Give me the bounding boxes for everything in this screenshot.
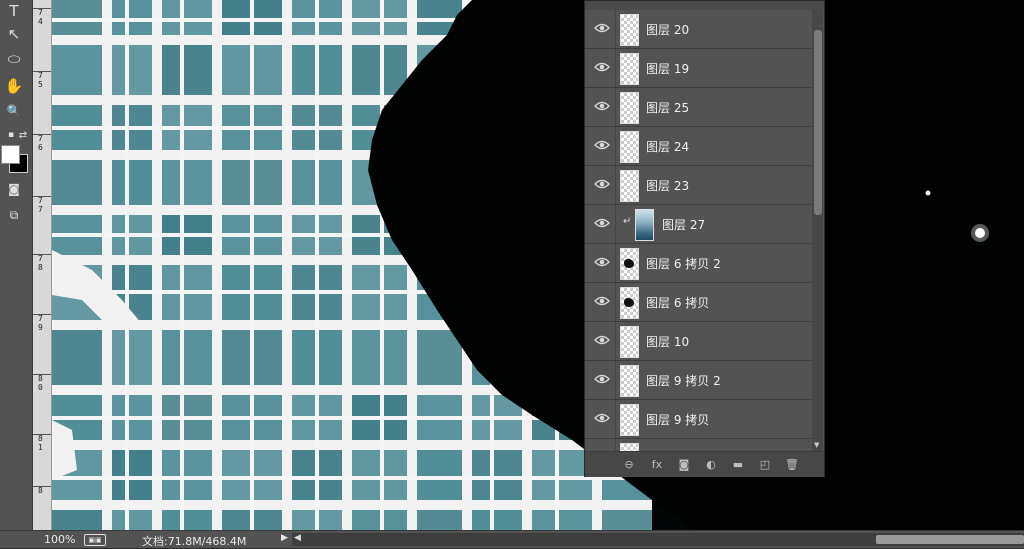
layer-list[interactable]: 图层 20 图层 19 图层 25 图层 24 图层 23 ↵ 图层 27 图层 6 拷贝 2…: [585, 10, 811, 451]
visibility-eye-icon[interactable]: [594, 371, 610, 387]
visibility-eye-icon[interactable]: [594, 254, 610, 270]
layer-name[interactable]: 图层 23: [646, 177, 689, 194]
zoom-tool-icon[interactable]: 🔍: [3, 100, 25, 122]
visibility-eye-icon[interactable]: [594, 332, 610, 348]
type-tool-icon[interactable]: T: [3, 0, 25, 22]
layer-name[interactable]: 图层 6 拷贝: [646, 294, 709, 311]
layer-row[interactable]: 图层 24: [585, 127, 811, 166]
layer-name[interactable]: 图层 20: [646, 21, 689, 38]
layer-thumbnail[interactable]: [620, 404, 639, 436]
ruler-tick: 7 6: [33, 134, 51, 164]
vertical-ruler: 7 4 7 5 7 6 7 7 7 8 7 9 8 0 8 1 8: [33, 0, 52, 530]
new-layer-icon[interactable]: ◰: [757, 456, 773, 472]
layer-name[interactable]: 图层 27: [662, 216, 705, 233]
layer-thumbnail[interactable]: [620, 53, 639, 85]
layer-row[interactable]: 图层 25: [585, 88, 811, 127]
layers-panel-footer: ⊖ fx ◙ ◐ ▬ ◰ 🗑: [585, 451, 824, 477]
ruler-tick: 8: [33, 486, 51, 516]
layer-row[interactable]: 图层 20: [585, 10, 811, 49]
visibility-eye-icon[interactable]: [594, 137, 610, 153]
layer-thumbnail[interactable]: [620, 131, 639, 163]
hand-tool-icon[interactable]: ✋: [3, 75, 25, 97]
visibility-eye-icon[interactable]: [594, 293, 610, 309]
fx-icon[interactable]: fx: [649, 456, 665, 472]
panel-header-strip: [585, 1, 824, 10]
ruler-tick: 7 9: [33, 314, 51, 344]
screen-mode-icon[interactable]: ⧉: [3, 204, 25, 226]
layer-name[interactable]: 图层 24: [646, 138, 689, 155]
scroll-down-icon[interactable]: ▼: [814, 441, 819, 449]
add-mask-icon[interactable]: ◙: [676, 456, 692, 472]
layer-name[interactable]: 图层 19: [646, 60, 689, 77]
clipping-mask-icon: ↵: [623, 216, 632, 227]
layers-scrollbar[interactable]: ▼: [812, 10, 823, 451]
foreground-color-swatch[interactable]: [1, 145, 20, 164]
layer-row[interactable]: ↵ 图层 27: [585, 205, 811, 244]
scroll-left-icon[interactable]: ◀: [294, 533, 301, 543]
status-menu-arrow-icon[interactable]: ▶: [281, 533, 288, 543]
swap-colors-icon[interactable]: ⇄: [12, 124, 34, 146]
layer-name[interactable]: 图层 6 拷贝 2: [646, 255, 721, 272]
layer-name[interactable]: 图层 25: [646, 99, 689, 116]
tools-panel: T ↖ ⬭ ✋ 🔍 ▪ ⇄ ◙ ⧉: [0, 0, 33, 530]
layer-row[interactable]: 图层 6 拷贝: [585, 283, 811, 322]
ruler-tick: 7 8: [33, 254, 51, 284]
new-group-icon[interactable]: ▬: [730, 456, 746, 472]
layer-thumbnail[interactable]: [620, 287, 639, 319]
adjustment-layer-icon[interactable]: ◐: [703, 456, 719, 472]
layer-row[interactable]: 图层 10: [585, 322, 811, 361]
layer-row[interactable]: [585, 439, 811, 451]
visibility-eye-icon[interactable]: [594, 215, 610, 231]
ruler-tick: 7 4: [33, 8, 51, 38]
link-layers-icon[interactable]: ⊖: [621, 456, 637, 472]
horizontal-scrollbar[interactable]: ◀: [292, 533, 1024, 546]
ruler-tick: 8 1: [33, 434, 51, 464]
ruler-tick: 7 5: [33, 71, 51, 101]
layer-thumbnail[interactable]: [620, 170, 639, 202]
layer-thumbnail[interactable]: [635, 209, 654, 241]
status-bar: 100% ▣▣ 文档:71.8M/468.4M ▶ ◀: [0, 530, 1024, 548]
layer-row[interactable]: 图层 6 拷贝 2: [585, 244, 811, 283]
quick-mask-icon[interactable]: ◙: [3, 178, 25, 200]
layer-name[interactable]: 图层 9 拷贝: [646, 411, 709, 428]
layers-scroll-thumb[interactable]: [814, 30, 822, 215]
layer-thumbnail[interactable]: [620, 92, 639, 124]
layers-panel: 图层 20 图层 19 图层 25 图层 24 图层 23 ↵ 图层 27 图层 6 拷贝 2…: [584, 0, 825, 477]
visibility-eye-icon[interactable]: [594, 410, 610, 426]
layer-row[interactable]: 图层 19: [585, 49, 811, 88]
document-canvas[interactable]: [52, 0, 1024, 530]
ellipse-tool-icon[interactable]: ⬭: [3, 48, 25, 70]
layer-thumbnail[interactable]: [620, 14, 639, 46]
zoom-level[interactable]: 100%: [44, 533, 75, 546]
black-blob-shape: [368, 0, 1024, 530]
layer-thumbnail[interactable]: [620, 365, 639, 397]
ruler-tick: 7 7: [33, 196, 51, 226]
horizontal-scroll-thumb[interactable]: [876, 535, 1024, 544]
visibility-eye-icon[interactable]: [594, 176, 610, 192]
visibility-eye-icon[interactable]: [594, 98, 610, 114]
layer-thumbnail[interactable]: [620, 443, 639, 451]
visibility-eye-icon[interactable]: [594, 59, 610, 75]
visibility-eye-icon[interactable]: [594, 20, 610, 36]
layer-row[interactable]: 图层 9 拷贝: [585, 400, 811, 439]
layer-thumbnail[interactable]: [620, 326, 639, 358]
layer-row[interactable]: 图层 9 拷贝 2: [585, 361, 811, 400]
layer-name[interactable]: 图层 9 拷贝 2: [646, 372, 721, 389]
ruler-tick: 8 0: [33, 374, 51, 404]
layer-row[interactable]: 图层 23: [585, 166, 811, 205]
delete-layer-icon[interactable]: 🗑: [784, 456, 800, 472]
status-preview-icon[interactable]: ▣▣: [84, 534, 106, 546]
layer-thumbnail[interactable]: [620, 248, 639, 280]
path-selection-icon[interactable]: ↖: [3, 23, 25, 45]
layer-name[interactable]: 图层 10: [646, 333, 689, 350]
